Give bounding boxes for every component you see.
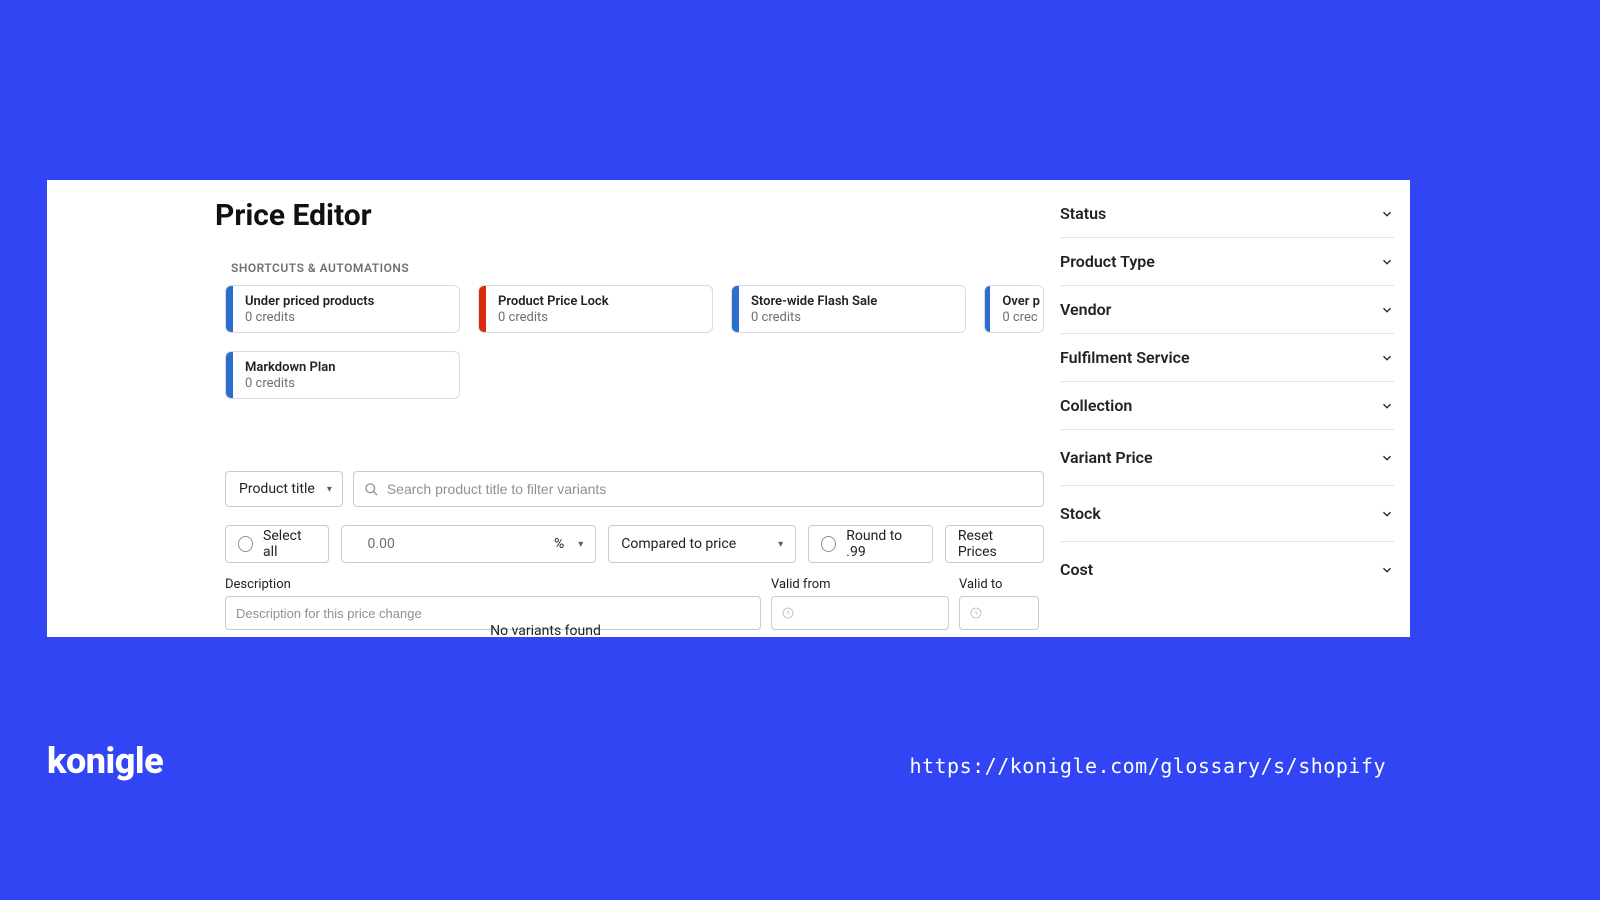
filter-field-value: Product title: [239, 481, 315, 497]
shortcuts-row-2: Markdown Plan 0 credits: [225, 351, 1044, 399]
filter-label: Stock: [1060, 504, 1101, 523]
page-title: Price Editor: [215, 198, 1044, 233]
chevron-down-icon: ▾: [578, 539, 583, 550]
shortcut-title: Over p: [1002, 294, 1031, 309]
search-box[interactable]: [353, 471, 1044, 507]
compare-dropdown[interactable]: Compared to price ▾: [608, 525, 796, 563]
chevron-down-icon: ▾: [778, 539, 783, 550]
clock-icon: [782, 607, 794, 619]
filter-fulfilment[interactable]: Fulfilment Service: [1060, 334, 1394, 382]
shortcut-sub: 0 credits: [498, 310, 609, 325]
filter-label: Product Type: [1060, 252, 1155, 271]
filter-field-dropdown[interactable]: Product title ▾: [225, 471, 343, 507]
shortcut-sub: 0 credits: [751, 310, 877, 325]
filter-label: Cost: [1060, 560, 1093, 579]
chevron-down-icon: [1380, 255, 1394, 269]
chevron-down-icon: [1380, 303, 1394, 317]
shortcut-sub: 0 crec: [1002, 310, 1031, 325]
shortcut-accent: [479, 286, 486, 332]
clock-icon: [970, 607, 982, 619]
shortcut-title: Markdown Plan: [245, 360, 336, 375]
action-row: Select all 0.00 % ▾ Compared to price ▾ …: [225, 525, 1044, 563]
filter-product-type[interactable]: Product Type: [1060, 238, 1394, 286]
shortcut-accent: [732, 286, 739, 332]
round-label: Round to .99: [846, 528, 920, 560]
filter-label: Status: [1060, 204, 1106, 223]
filter-label: Variant Price: [1060, 448, 1153, 467]
compare-label: Compared to price: [621, 536, 736, 552]
filter-label: Fulfilment Service: [1060, 348, 1190, 367]
chevron-down-icon: [1380, 207, 1394, 221]
valid-from-label: Valid from: [771, 577, 959, 592]
filter-cost[interactable]: Cost: [1060, 542, 1394, 597]
round-toggle[interactable]: Round to .99: [808, 525, 933, 563]
search-icon: [364, 482, 379, 497]
footer-url: https://konigle.com/glossary/s/shopify: [909, 754, 1386, 778]
chevron-down-icon: [1380, 351, 1394, 365]
desc-label: Description: [225, 577, 771, 592]
radio-icon: [821, 536, 836, 552]
reset-prices-button[interactable]: Reset Prices: [945, 525, 1044, 563]
amount-value: 0.00: [354, 536, 395, 552]
search-row: Product title ▾: [225, 471, 1044, 507]
shortcut-title: Store-wide Flash Sale: [751, 294, 877, 309]
brand-logo: konigle: [47, 740, 163, 782]
shortcut-price-lock[interactable]: Product Price Lock 0 credits: [478, 285, 713, 333]
reset-label: Reset Prices: [958, 528, 1031, 560]
main-panel: Price Editor SHORTCUTS & AUTOMATIONS Und…: [47, 180, 1044, 637]
select-all-label: Select all: [263, 528, 316, 560]
filter-label: Collection: [1060, 396, 1132, 415]
shortcut-over-priced[interactable]: Over p 0 crec: [984, 285, 1044, 333]
filter-stock[interactable]: Stock: [1060, 486, 1394, 542]
chevron-down-icon: [1380, 507, 1394, 521]
shortcuts-label: SHORTCUTS & AUTOMATIONS: [231, 261, 1044, 275]
chevron-down-icon: [1380, 451, 1394, 465]
shortcut-accent: [226, 352, 233, 398]
shortcut-sub: 0 credits: [245, 376, 336, 391]
no-variants-message: No variants found: [47, 623, 1044, 637]
filter-label: Vendor: [1060, 300, 1111, 319]
search-input[interactable]: [387, 481, 1033, 497]
shortcut-accent: [226, 286, 233, 332]
radio-icon: [238, 536, 253, 552]
filter-panel: Status Product Type Vendor Fulfilment Se…: [1044, 180, 1410, 637]
chevron-down-icon: ▾: [327, 484, 332, 495]
filter-vendor[interactable]: Vendor: [1060, 286, 1394, 334]
app-window: Price Editor SHORTCUTS & AUTOMATIONS Und…: [47, 180, 1410, 637]
shortcuts-row-1: Under priced products 0 credits Product …: [225, 285, 1044, 333]
shortcut-flash-sale[interactable]: Store-wide Flash Sale 0 credits: [731, 285, 966, 333]
shortcut-title: Under priced products: [245, 294, 374, 309]
amount-input[interactable]: 0.00 % ▾: [341, 525, 597, 563]
shortcut-sub: 0 credits: [245, 310, 374, 325]
valid-to-label: Valid to: [959, 577, 1002, 592]
form-labels: Description Valid from Valid to: [225, 577, 1044, 592]
chevron-down-icon: [1380, 563, 1394, 577]
shortcut-under-priced[interactable]: Under priced products 0 credits: [225, 285, 460, 333]
filter-status[interactable]: Status: [1060, 190, 1394, 238]
unit-label: %: [554, 536, 564, 552]
select-all-toggle[interactable]: Select all: [225, 525, 329, 563]
shortcut-title: Product Price Lock: [498, 294, 609, 309]
chevron-down-icon: [1380, 399, 1394, 413]
controls-area: Product title ▾ Select all 0.00 %: [225, 471, 1044, 630]
filter-variant-price[interactable]: Variant Price: [1060, 430, 1394, 486]
filter-collection[interactable]: Collection: [1060, 382, 1394, 430]
shortcut-markdown-plan[interactable]: Markdown Plan 0 credits: [225, 351, 460, 399]
